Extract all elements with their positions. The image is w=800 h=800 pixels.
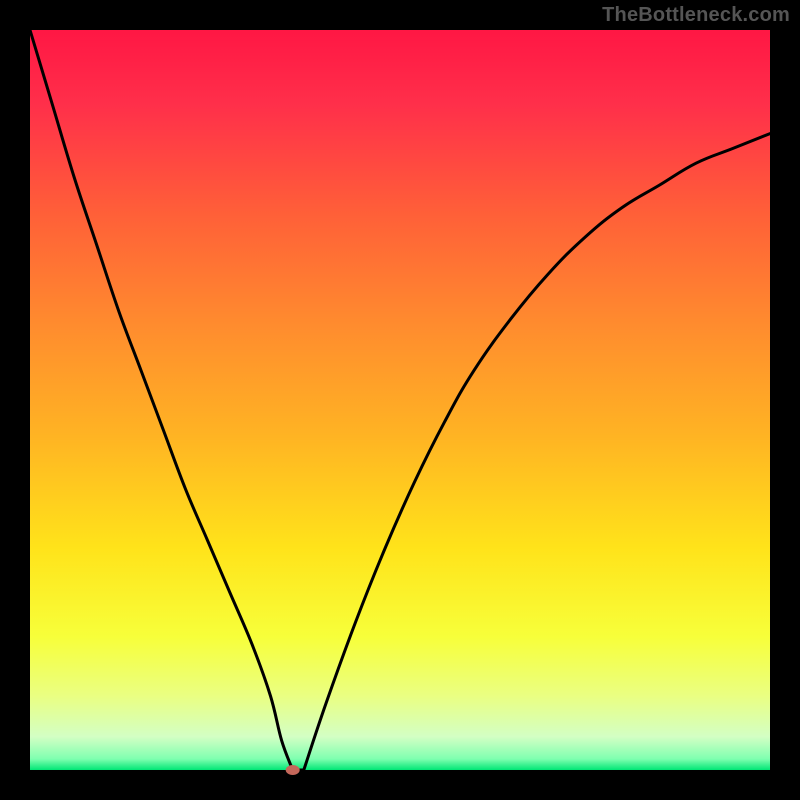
optimum-marker bbox=[286, 765, 300, 775]
chart-container: TheBottleneck.com bbox=[0, 0, 800, 800]
plot-area bbox=[30, 30, 770, 770]
bottleneck-chart bbox=[0, 0, 800, 800]
